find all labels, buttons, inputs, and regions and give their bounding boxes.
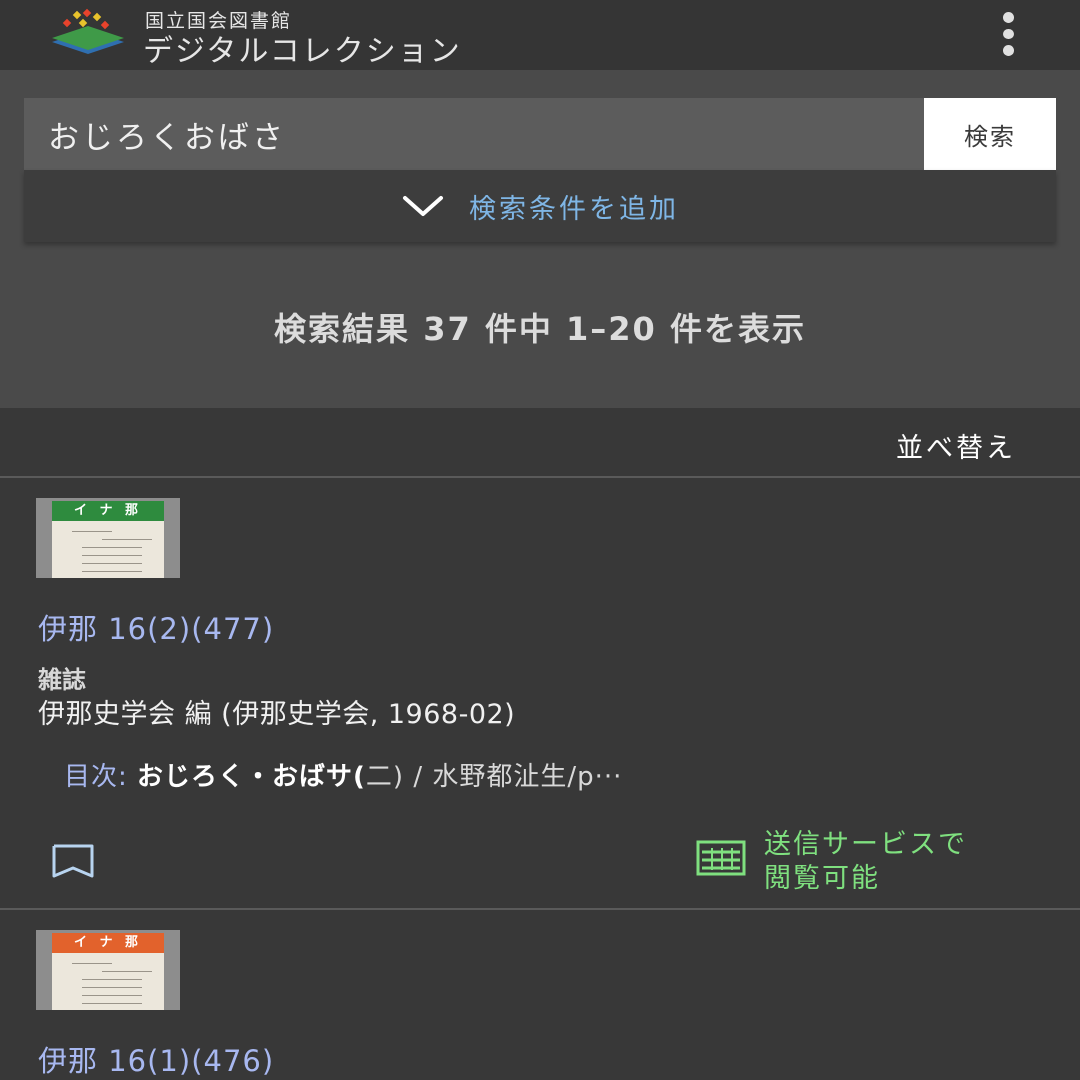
cover-title: イ ナ 那 [73, 935, 143, 950]
publisher-info: 伊那史学会 編 (伊那史学会, 1968-02) [38, 699, 516, 730]
sort-button[interactable]: 並べ替え [896, 426, 1016, 465]
add-search-conditions-toggle[interactable]: 検索条件を追加 [24, 170, 1056, 242]
remote-access-label: 送信サービスで 閲覧可能 [764, 828, 1064, 896]
more-vertical-icon[interactable] [990, 12, 1026, 57]
result-item: イ ナ 那 伊那 16(2)(477) 雑誌 伊那史学会 編 (伊那史学会, 1… [0, 478, 1080, 910]
ndl-logo-icon[interactable] [50, 8, 126, 56]
cover-title: イ ナ 那 [73, 503, 143, 518]
remote-service-icon [696, 840, 746, 876]
remote-access-label-line2: 閲覧可能 [764, 863, 880, 894]
result-title-link[interactable]: 伊那 16(2)(477) [38, 606, 274, 648]
table-of-contents-snippet: 目次: おじろく・おばサ(二) / 水野都沚生/p··· [64, 756, 622, 793]
bookmark-icon[interactable] [50, 844, 96, 880]
cover-image: イ ナ 那 [52, 933, 164, 1010]
app-header: 国立国会図書館 デジタルコレクション [0, 0, 1080, 70]
service-name[interactable]: デジタルコレクション [143, 26, 462, 70]
result-thumbnail[interactable]: イ ナ 那 [36, 930, 180, 1010]
material-type: 雑誌 [38, 666, 86, 694]
toc-rest: 二) / 水野都沚生/p··· [365, 762, 623, 792]
cover-image: イ ナ 那 [52, 501, 164, 578]
result-thumbnail[interactable]: イ ナ 那 [36, 498, 180, 578]
remote-access-status[interactable]: 送信サービスで 閲覧可能 [696, 828, 1056, 898]
result-title-link[interactable]: 伊那 16(1)(476) [38, 1038, 274, 1080]
remote-access-label-line1: 送信サービスで [764, 829, 967, 860]
toc-highlight: おじろく・おばサ( [137, 762, 366, 792]
search-button[interactable]: 検索 [924, 98, 1056, 170]
search-panel: 検索 検索条件を追加 検索結果 37 件中 1–20 件を表示 [0, 70, 1080, 408]
search-input[interactable] [24, 98, 924, 170]
add-search-conditions-label: 検索条件を追加 [469, 193, 679, 225]
chevron-down-icon [403, 196, 443, 216]
result-item: イ ナ 那 伊那 16(1)(476) [0, 910, 1080, 1080]
toc-label: 目次: [64, 762, 128, 792]
results-summary: 検索結果 37 件中 1–20 件を表示 [274, 310, 806, 348]
sort-bar: 並べ替え [0, 408, 1080, 478]
